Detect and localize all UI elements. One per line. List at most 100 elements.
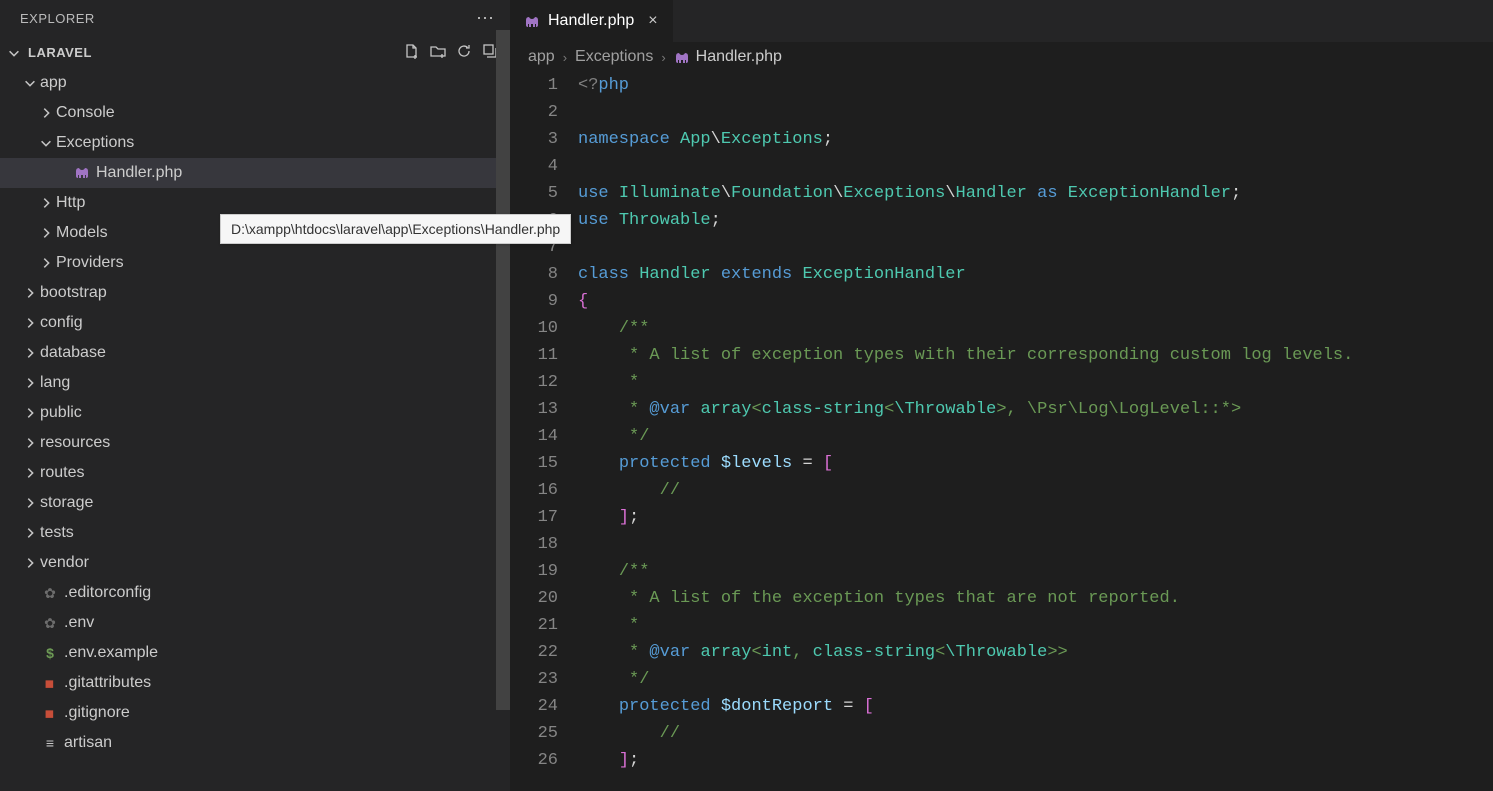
- code-line[interactable]: *: [578, 612, 1493, 639]
- code-line[interactable]: //: [578, 477, 1493, 504]
- tree-label: .env.example: [64, 644, 158, 662]
- line-number: 26: [510, 747, 558, 774]
- tree-folder[interactable]: storage: [0, 488, 510, 518]
- tree-label: Http: [56, 194, 85, 212]
- tree-label: config: [40, 314, 83, 332]
- tree-folder[interactable]: lang: [0, 368, 510, 398]
- tree-label: database: [40, 344, 106, 362]
- project-header[interactable]: LARAVEL: [0, 37, 510, 68]
- tree-file[interactable]: ◆.gitignore: [0, 698, 510, 728]
- chevron-right-icon: ›: [563, 50, 567, 65]
- explorer-title: EXPLORER: [20, 11, 95, 26]
- tab-handler-php[interactable]: Handler.php ×: [510, 0, 673, 42]
- line-number: 9: [510, 288, 558, 315]
- tree-file[interactable]: Handler.php: [0, 158, 510, 188]
- tree-file[interactable]: ✿.env: [0, 608, 510, 638]
- tree-folder[interactable]: config: [0, 308, 510, 338]
- breadcrumb-seg-app[interactable]: app: [528, 48, 555, 66]
- line-number: 16: [510, 477, 558, 504]
- code-line[interactable]: class Handler extends ExceptionHandler: [578, 261, 1493, 288]
- explorer-header: EXPLORER ⋯: [0, 0, 510, 37]
- tree-label: storage: [40, 494, 93, 512]
- code-line[interactable]: [578, 531, 1493, 558]
- line-number: 20: [510, 585, 558, 612]
- tree-folder[interactable]: Providers: [0, 248, 510, 278]
- code-line[interactable]: [578, 234, 1493, 261]
- chevron-right-icon: [22, 346, 38, 360]
- chevron-right-icon: ›: [661, 50, 665, 65]
- line-number: 23: [510, 666, 558, 693]
- tree-folder[interactable]: tests: [0, 518, 510, 548]
- tree-label: Console: [56, 104, 115, 122]
- line-number: 10: [510, 315, 558, 342]
- chevron-down-icon: [6, 46, 22, 60]
- code-content[interactable]: <?php namespace App\Exceptions; use Illumi…: [578, 72, 1493, 791]
- code-line[interactable]: ];: [578, 747, 1493, 774]
- tree-folder[interactable]: database: [0, 338, 510, 368]
- line-number: 15: [510, 450, 558, 477]
- tree-folder[interactable]: Console: [0, 98, 510, 128]
- code-line[interactable]: [578, 99, 1493, 126]
- tree-file[interactable]: ✿.editorconfig: [0, 578, 510, 608]
- line-number: 1: [510, 72, 558, 99]
- tree-label: tests: [40, 524, 74, 542]
- code-line[interactable]: */: [578, 666, 1493, 693]
- code-editor[interactable]: 1234567891011121314151617181920212223242…: [510, 72, 1493, 791]
- code-line[interactable]: * A list of the exception types that are…: [578, 585, 1493, 612]
- explorer-sidebar: EXPLORER ⋯ LARAVEL app Console Exceptions H…: [0, 0, 510, 791]
- tree-folder[interactable]: resources: [0, 428, 510, 458]
- editor-area: Handler.php × app › Exceptions › Handler…: [510, 0, 1493, 791]
- chevron-right-icon: [38, 196, 54, 210]
- new-file-icon[interactable]: [404, 43, 420, 62]
- tree-folder[interactable]: bootstrap: [0, 278, 510, 308]
- line-number: 18: [510, 531, 558, 558]
- code-line[interactable]: protected $dontReport = [: [578, 693, 1493, 720]
- code-line[interactable]: protected $levels = [: [578, 450, 1493, 477]
- chevron-right-icon: [22, 436, 38, 450]
- tree-label: Exceptions: [56, 134, 134, 152]
- tree-file[interactable]: ≡artisan: [0, 728, 510, 758]
- chevron-right-icon: [22, 496, 38, 510]
- tree-label: Providers: [56, 254, 124, 272]
- more-actions-icon[interactable]: ⋯: [476, 8, 496, 29]
- tree-folder[interactable]: app: [0, 68, 510, 98]
- code-line[interactable]: {: [578, 288, 1493, 315]
- tree-folder[interactable]: Exceptions: [0, 128, 510, 158]
- chevron-right-icon: [22, 466, 38, 480]
- code-line[interactable]: namespace App\Exceptions;: [578, 126, 1493, 153]
- close-icon[interactable]: ×: [648, 12, 657, 30]
- new-folder-icon[interactable]: [430, 43, 446, 62]
- tab-bar: Handler.php ×: [510, 0, 1493, 42]
- breadcrumb-seg-file[interactable]: Handler.php: [674, 48, 782, 66]
- tree-label: .env: [64, 614, 94, 632]
- code-line[interactable]: * A list of exception types with their c…: [578, 342, 1493, 369]
- line-gutter: 1234567891011121314151617181920212223242…: [510, 72, 578, 791]
- tree-file[interactable]: $.env.example: [0, 638, 510, 668]
- scrollbar-thumb[interactable]: [496, 30, 510, 710]
- code-line[interactable]: <?php: [578, 72, 1493, 99]
- line-number: 3: [510, 126, 558, 153]
- chevron-right-icon: [22, 556, 38, 570]
- tree-label: lang: [40, 374, 70, 392]
- breadcrumb-seg-exceptions[interactable]: Exceptions: [575, 48, 653, 66]
- tree-folder[interactable]: public: [0, 398, 510, 428]
- code-line[interactable]: /**: [578, 558, 1493, 585]
- code-line[interactable]: [578, 153, 1493, 180]
- code-line[interactable]: *: [578, 369, 1493, 396]
- refresh-icon[interactable]: [456, 43, 472, 62]
- code-line[interactable]: //: [578, 720, 1493, 747]
- php-elephant-icon: [674, 51, 690, 63]
- code-line[interactable]: * @var array<class-string<\Throwable>, \…: [578, 396, 1493, 423]
- tree-file[interactable]: ◆.gitattributes: [0, 668, 510, 698]
- code-line[interactable]: ];: [578, 504, 1493, 531]
- code-line[interactable]: /**: [578, 315, 1493, 342]
- code-line[interactable]: use Illuminate\Foundation\Exceptions\Han…: [578, 180, 1493, 207]
- code-line[interactable]: */: [578, 423, 1493, 450]
- tree-folder[interactable]: routes: [0, 458, 510, 488]
- tree-folder[interactable]: vendor: [0, 548, 510, 578]
- chevron-right-icon: [22, 376, 38, 390]
- project-name: LARAVEL: [28, 45, 92, 60]
- line-number: 22: [510, 639, 558, 666]
- code-line[interactable]: use Throwable;: [578, 207, 1493, 234]
- code-line[interactable]: * @var array<int, class-string<\Throwabl…: [578, 639, 1493, 666]
